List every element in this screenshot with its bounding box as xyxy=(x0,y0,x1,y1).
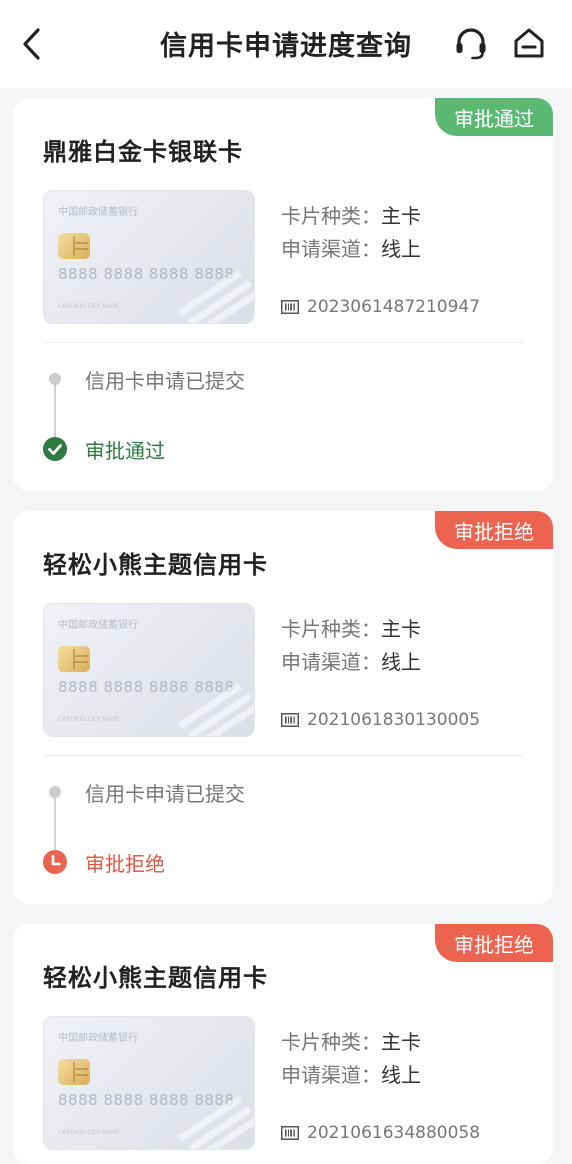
channel-row: 申请渠道：线上 xyxy=(281,233,421,262)
channel-value: 线上 xyxy=(381,650,421,674)
channel-row: 申请渠道：线上 xyxy=(281,646,421,675)
card-product-name: 鼎雅白金卡银联卡 xyxy=(43,138,243,166)
back-button[interactable] xyxy=(14,22,50,66)
channel-label: 申请渠道： xyxy=(281,650,381,674)
card-type-label: 卡片种类： xyxy=(281,1030,381,1054)
card-type-value: 主卡 xyxy=(381,204,421,228)
card-product-name: 轻松小熊主题信用卡 xyxy=(43,551,268,579)
card-image: 中国邮政储蓄银行 8888 8888 8888 8888 CARDHOLDER … xyxy=(43,1016,255,1150)
status-badge: 审批拒绝 xyxy=(435,511,553,549)
barcode-icon xyxy=(281,1126,299,1140)
application-number-row: 2021061830130005 xyxy=(281,710,480,730)
chip-icon xyxy=(58,233,90,259)
barcode-icon xyxy=(281,300,299,314)
card-type-row: 卡片种类：主卡 xyxy=(281,1026,421,1055)
divider xyxy=(43,755,523,756)
bank-name: 中国邮政储蓄银行 xyxy=(58,1033,138,1044)
channel-label: 申请渠道： xyxy=(281,1063,381,1087)
card-type-row: 卡片种类：主卡 xyxy=(281,613,421,642)
home-button[interactable] xyxy=(508,22,550,64)
home-icon xyxy=(514,28,544,58)
channel-value: 线上 xyxy=(381,237,421,261)
barcode-icon xyxy=(281,713,299,727)
card-type-label: 卡片种类： xyxy=(281,204,381,228)
card-type-row: 卡片种类：主卡 xyxy=(281,200,421,229)
channel-row: 申请渠道：线上 xyxy=(281,1059,421,1088)
application-card[interactable]: 审批通过 鼎雅白金卡银联卡 中国邮政储蓄银行 8888 8888 8888 88… xyxy=(13,98,553,491)
top-nav-bar: 信用卡申请进度查询 xyxy=(0,0,572,88)
application-number: 2021061634880058 xyxy=(307,1123,481,1143)
chevron-left-icon xyxy=(23,28,40,60)
card-type-label: 卡片种类： xyxy=(281,617,381,641)
clock-icon xyxy=(43,850,67,874)
postal-logo-watermark xyxy=(178,1096,254,1149)
application-number: 2021061830130005 xyxy=(307,710,481,730)
bank-name: 中国邮政储蓄银行 xyxy=(58,207,138,218)
card-product-name: 轻松小熊主题信用卡 xyxy=(43,964,268,992)
application-number-row: 2023061487210947 xyxy=(281,297,480,317)
bank-name: 中国邮政储蓄银行 xyxy=(58,620,138,631)
cardholder-name: CARDHOLDER NAME xyxy=(58,716,120,723)
postal-logo-watermark xyxy=(178,270,254,323)
application-number-row: 2021061634880058 xyxy=(281,1123,480,1143)
customer-service-button[interactable] xyxy=(450,22,492,64)
channel-label: 申请渠道： xyxy=(281,237,381,261)
application-number: 2023061487210947 xyxy=(307,297,481,317)
postal-logo-watermark xyxy=(178,683,254,736)
step-dot xyxy=(49,786,61,798)
card-type-value: 主卡 xyxy=(381,1030,421,1054)
step-submitted: 信用卡申请已提交 xyxy=(85,369,245,393)
status-badge: 审批通过 xyxy=(435,98,553,136)
step-rejected: 审批拒绝 xyxy=(85,852,165,876)
chip-icon xyxy=(58,1059,90,1085)
step-dot xyxy=(49,373,61,385)
application-card[interactable]: 审批拒绝 轻松小熊主题信用卡 中国邮政储蓄银行 8888 8888 8888 8… xyxy=(13,511,553,904)
step-approved: 审批通过 xyxy=(85,439,165,463)
step-submitted: 信用卡申请已提交 xyxy=(85,782,245,806)
divider xyxy=(43,342,523,343)
headset-icon xyxy=(456,28,486,60)
status-badge: 审批拒绝 xyxy=(435,924,553,962)
channel-value: 线上 xyxy=(381,1063,421,1087)
check-circle-icon xyxy=(43,437,67,461)
timeline-connector xyxy=(54,380,56,438)
cardholder-name: CARDHOLDER NAME xyxy=(58,303,120,310)
card-image: 中国邮政储蓄银行 8888 8888 8888 8888 CARDHOLDER … xyxy=(43,190,255,324)
card-image: 中国邮政储蓄银行 8888 8888 8888 8888 CARDHOLDER … xyxy=(43,603,255,737)
application-card[interactable]: 审批拒绝 轻松小熊主题信用卡 中国邮政储蓄银行 8888 8888 8888 8… xyxy=(13,924,553,1164)
timeline-connector xyxy=(54,793,56,851)
cardholder-name: CARDHOLDER NAME xyxy=(58,1129,120,1136)
card-type-value: 主卡 xyxy=(381,617,421,641)
chip-icon xyxy=(58,646,90,672)
